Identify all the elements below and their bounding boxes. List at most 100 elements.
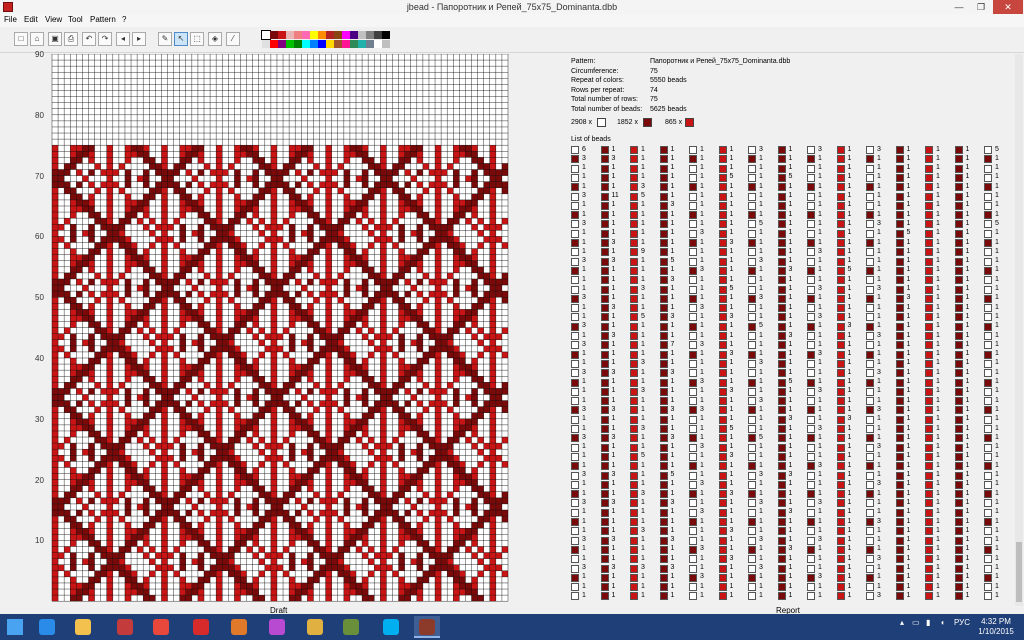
palette-swatch[interactable] xyxy=(302,31,310,39)
select-icon[interactable]: ⬚ xyxy=(190,32,204,46)
bead-swatch xyxy=(748,564,756,573)
jbead-taskbar-button[interactable] xyxy=(414,616,440,638)
report-scrollbar[interactable] xyxy=(1015,54,1023,606)
bead-cell xyxy=(228,558,235,565)
palette-swatch[interactable] xyxy=(334,40,342,48)
bead-swatch xyxy=(866,583,874,592)
bead-cell xyxy=(325,254,332,261)
palette-swatch[interactable] xyxy=(294,40,302,48)
palette-swatch[interactable] xyxy=(278,40,286,48)
print-icon[interactable]: ⎙ xyxy=(64,32,78,46)
palette-swatch[interactable] xyxy=(318,31,326,39)
tray-up-arrow-icon[interactable]: ▴ xyxy=(900,618,904,627)
palette-swatch[interactable] xyxy=(374,40,382,48)
palette-swatch[interactable] xyxy=(270,31,278,39)
bead-count: 1 xyxy=(670,415,675,423)
opera-taskbar-button[interactable] xyxy=(188,616,214,638)
menu-tool[interactable]: Tool xyxy=(68,15,83,24)
palette-swatch[interactable] xyxy=(318,40,326,48)
arrow-down-icon[interactable]: ▸ xyxy=(132,32,146,46)
bead-cell xyxy=(124,291,132,298)
bead-count: 1 xyxy=(700,201,704,209)
palette-swatch[interactable] xyxy=(374,31,382,39)
scrollbar-thumb[interactable] xyxy=(1016,542,1022,602)
menu-help[interactable]: ? xyxy=(122,15,126,24)
bead-cell xyxy=(167,333,174,340)
bead-count: 1 xyxy=(906,154,911,162)
yandex-browser-taskbar-button[interactable] xyxy=(148,616,174,638)
palette-swatch[interactable] xyxy=(302,40,310,48)
avatar-app-taskbar-button[interactable] xyxy=(302,616,328,638)
fill-icon[interactable]: ◈ xyxy=(208,32,222,46)
minimize-button[interactable]: — xyxy=(948,0,970,14)
bead-cell xyxy=(106,224,113,231)
palette-swatch[interactable] xyxy=(270,40,278,48)
palette-swatch[interactable] xyxy=(326,31,334,39)
bead-cell xyxy=(276,345,284,352)
bead-cell xyxy=(179,455,186,462)
menu-edit[interactable]: Edit xyxy=(24,15,38,24)
bead-pattern-grid[interactable] xyxy=(28,54,564,606)
bead-cell xyxy=(313,272,320,279)
palette-swatch[interactable] xyxy=(366,40,374,48)
palette-swatch[interactable] xyxy=(350,31,358,39)
palette-swatch[interactable] xyxy=(382,31,390,39)
palette-swatch[interactable] xyxy=(342,40,350,48)
pointer-icon[interactable]: ↖ xyxy=(174,32,188,46)
pencil-icon[interactable]: ✎ xyxy=(158,32,172,46)
redo-icon[interactable]: ↷ xyxy=(98,32,112,46)
palette-swatch[interactable] xyxy=(278,31,286,39)
palette-swatch[interactable] xyxy=(286,40,294,48)
tray-clock[interactable]: 4:32 PM 1/10/2015 xyxy=(970,617,1022,637)
palette-swatch[interactable] xyxy=(286,31,294,39)
save-icon[interactable]: ▣ xyxy=(48,32,62,46)
palette-swatch[interactable] xyxy=(262,40,270,48)
pipette-icon[interactable]: ⁄ xyxy=(226,32,240,46)
menu-pattern[interactable]: Pattern xyxy=(90,15,116,24)
bead-cell xyxy=(343,400,350,407)
maximize-button[interactable]: ❐ xyxy=(970,0,992,14)
file-explorer-taskbar-button[interactable] xyxy=(70,616,96,638)
bead-cell xyxy=(325,260,332,267)
palette-swatch[interactable] xyxy=(261,30,271,40)
tray-network-icon[interactable]: ▮ xyxy=(926,618,930,627)
undo-icon[interactable]: ↶ xyxy=(82,32,96,46)
menu-view[interactable]: View xyxy=(45,15,62,24)
palette-swatch[interactable] xyxy=(294,31,302,39)
eye-app-taskbar-button[interactable] xyxy=(226,616,252,638)
internet-explorer-taskbar-button[interactable] xyxy=(34,616,60,638)
power-app-taskbar-button[interactable] xyxy=(112,616,138,638)
open-icon[interactable]: ⌂ xyxy=(30,32,44,46)
palette-swatch[interactable] xyxy=(310,31,318,39)
bead-count: 1 xyxy=(729,517,734,525)
new-icon[interactable]: □ xyxy=(14,32,28,46)
palette-swatch[interactable] xyxy=(310,40,318,48)
palette-swatch[interactable] xyxy=(358,31,366,39)
palette-swatch[interactable] xyxy=(334,31,342,39)
start-taskbar-button[interactable] xyxy=(2,616,28,638)
palette-swatch[interactable] xyxy=(350,40,358,48)
close-button[interactable]: ✕ xyxy=(993,0,1023,14)
arrow-up-icon[interactable]: ◂ xyxy=(116,32,130,46)
palette-swatch[interactable] xyxy=(326,40,334,48)
palette-swatch[interactable] xyxy=(366,31,374,39)
bead-swatch xyxy=(718,527,727,536)
tray-battery-icon[interactable]: ▭ xyxy=(912,618,920,627)
tray-volume-icon[interactable]: ◖ xyxy=(940,618,945,627)
wand-app-taskbar-button[interactable] xyxy=(338,616,364,638)
skype-taskbar-button[interactable] xyxy=(378,616,404,638)
bead-cell xyxy=(173,242,180,249)
pen-app-taskbar-button[interactable] xyxy=(264,616,290,638)
tray-language[interactable]: РУС xyxy=(954,618,970,627)
menu-file[interactable]: File xyxy=(4,15,17,24)
palette-swatch[interactable] xyxy=(358,40,366,48)
bead-cell xyxy=(124,412,132,419)
row-number-label: 50 xyxy=(35,293,44,303)
palette-swatch[interactable] xyxy=(382,40,390,48)
bead-cell xyxy=(246,206,253,213)
bead-cell xyxy=(270,345,277,352)
bead-cell xyxy=(435,449,442,456)
palette-swatch[interactable] xyxy=(342,31,350,39)
bead-count: 1 xyxy=(818,396,822,404)
bead-swatch xyxy=(777,592,786,601)
